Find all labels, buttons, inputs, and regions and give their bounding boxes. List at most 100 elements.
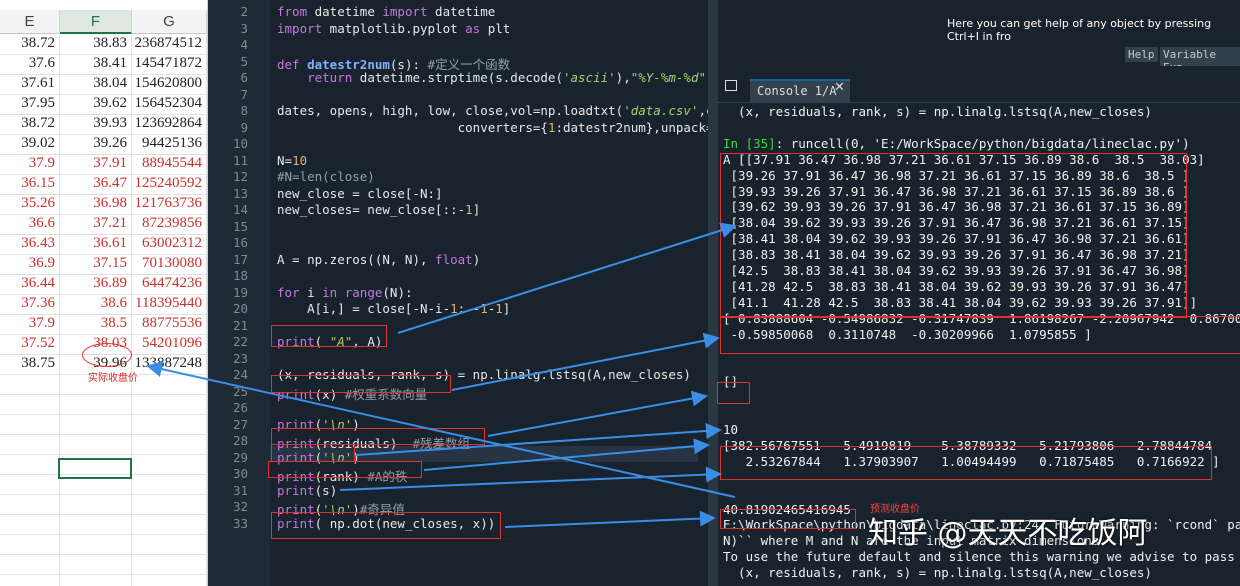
help-tab[interactable]: Help	[1125, 47, 1158, 62]
sheet-cell-g[interactable]: 123692864	[132, 115, 207, 135]
sheet-cell-g[interactable]: 118395440	[132, 295, 207, 315]
sheet-cell-f[interactable]: 37.15	[60, 255, 132, 275]
sheet-cell-f[interactable]: 36.47	[60, 175, 132, 195]
sheet-cell-e[interactable]: 38.72	[0, 35, 60, 55]
sheet-cell-f[interactable]: 39.26	[60, 135, 132, 155]
sheet-cell-empty[interactable]	[132, 535, 207, 555]
sheet-cell-empty[interactable]	[132, 435, 207, 455]
sheet-cell-e[interactable]: 36.9	[0, 255, 60, 275]
sheet-cell-f[interactable]: 38.41	[60, 55, 132, 75]
code-line[interactable]: dates, opens, high, low, close,vol=np.lo…	[277, 103, 714, 118]
sheet-cell-empty[interactable]	[60, 515, 132, 535]
sheet-cell-e[interactable]: 37.9	[0, 155, 60, 175]
code-line[interactable]: A[i,] = close[-N-i-1: -1-1]	[277, 301, 510, 316]
sheet-cell-g[interactable]: 236874512	[132, 35, 207, 55]
sheet-cell-empty[interactable]	[132, 475, 207, 495]
code-line[interactable]: print(s)	[277, 483, 337, 498]
sheet-cell-empty[interactable]	[132, 415, 207, 435]
sheet-cell-g[interactable]: 88945544	[132, 155, 207, 175]
sheet-cell-f[interactable]: 37.91	[60, 155, 132, 175]
sheet-cell-g[interactable]: 70130080	[132, 255, 207, 275]
sheet-cell-empty[interactable]	[132, 515, 207, 535]
code-line[interactable]: A = np.zeros((N, N), float)	[277, 252, 480, 267]
sheet-cell-empty[interactable]	[0, 435, 60, 455]
sheet-cell-f[interactable]: 36.61	[60, 235, 132, 255]
sheet-cell-f[interactable]: 39.62	[60, 95, 132, 115]
sheet-cell-empty[interactable]	[0, 395, 60, 415]
sheet-cell-g[interactable]: 145471872	[132, 55, 207, 75]
code-line[interactable]: return datetime.strptime(s.decode('ascii…	[277, 70, 713, 85]
selected-cell[interactable]	[58, 458, 132, 479]
sheet-cell-empty[interactable]	[132, 495, 207, 515]
sheet-cell-g[interactable]: 121763736	[132, 195, 207, 215]
sheet-cell-empty[interactable]	[60, 415, 132, 435]
sheet-cell-empty[interactable]	[60, 575, 132, 586]
code-line[interactable]: new_close = close[-N:]	[277, 186, 443, 201]
sheet-cell-e[interactable]: 37.52	[0, 335, 60, 355]
sheet-cell-e[interactable]: 37.36	[0, 295, 60, 315]
sheet-cell-empty[interactable]	[0, 455, 60, 475]
sheet-cell-f[interactable]: 38.04	[60, 75, 132, 95]
sheet-cell-empty[interactable]	[132, 375, 207, 395]
sheet-cell-e[interactable]: 37.61	[0, 75, 60, 95]
sheet-cell-g[interactable]: 87239856	[132, 215, 207, 235]
sheet-cell-empty[interactable]	[132, 395, 207, 415]
sheet-cell-g[interactable]: 156452304	[132, 95, 207, 115]
sheet-cell-e[interactable]: 37.95	[0, 95, 60, 115]
sheet-cell-f[interactable]: 36.98	[60, 195, 132, 215]
sheet-cell-e[interactable]: 38.75	[0, 355, 60, 375]
sheet-cell-g[interactable]: 133887248	[132, 355, 207, 375]
column-header-g[interactable]: G	[132, 10, 207, 34]
sheet-cell-f[interactable]: 38.5	[60, 315, 132, 335]
sheet-cell-empty[interactable]	[60, 535, 132, 555]
sheet-cell-g[interactable]: 154620800	[132, 75, 207, 95]
code-line[interactable]: #N=len(close)	[277, 169, 375, 184]
code-line[interactable]: for i in range(N):	[277, 285, 413, 300]
sheet-cell-empty[interactable]	[0, 575, 60, 586]
code-line[interactable]: import matplotlib.pyplot as plt	[277, 21, 510, 36]
sheet-cell-empty[interactable]	[0, 495, 60, 515]
sheet-cell-g[interactable]: 88775536	[132, 315, 207, 335]
sheet-cell-g[interactable]: 54201096	[132, 335, 207, 355]
sheet-cell-empty[interactable]	[0, 555, 60, 575]
sheet-cell-e[interactable]: 38.72	[0, 115, 60, 135]
sheet-cell-empty[interactable]	[0, 535, 60, 555]
sheet-cell-g[interactable]: 63002312	[132, 235, 207, 255]
annotation-box-print-newline	[271, 444, 355, 462]
code-line[interactable]: converters={1:datestr2num},unpack=T	[277, 120, 721, 135]
sheet-cell-f[interactable]: 38.6	[60, 295, 132, 315]
close-icon[interactable]: ✕	[834, 80, 845, 95]
sheet-cell-empty[interactable]	[60, 555, 132, 575]
code-line[interactable]: N=10	[277, 153, 307, 168]
sheet-cell-empty[interactable]	[132, 455, 207, 475]
sheet-cell-e[interactable]: 35.26	[0, 195, 60, 215]
sheet-cell-f[interactable]: 39.93	[60, 115, 132, 135]
sheet-cell-e[interactable]: 36.43	[0, 235, 60, 255]
sheet-cell-e[interactable]: 36.15	[0, 175, 60, 195]
sheet-cell-g[interactable]: 64474236	[132, 275, 207, 295]
sheet-cell-f[interactable]: 38.83	[60, 35, 132, 55]
code-line[interactable]: new_closes= new_close[::-1]	[277, 202, 480, 217]
column-header-e[interactable]: E	[0, 10, 60, 34]
code-line[interactable]: from datetime import datetime	[277, 4, 495, 19]
sheet-cell-empty[interactable]	[0, 415, 60, 435]
sheet-cell-f[interactable]: 36.89	[60, 275, 132, 295]
pane-splitter[interactable]	[708, 0, 718, 586]
sheet-cell-e[interactable]: 39.02	[0, 135, 60, 155]
sheet-cell-empty[interactable]	[60, 495, 132, 515]
column-header-f[interactable]: F	[60, 10, 132, 34]
sheet-cell-empty[interactable]	[60, 435, 132, 455]
sheet-cell-empty[interactable]	[60, 395, 132, 415]
sheet-cell-g[interactable]: 125240592	[132, 175, 207, 195]
sheet-cell-empty[interactable]	[0, 515, 60, 535]
sheet-cell-f[interactable]: 37.21	[60, 215, 132, 235]
sheet-cell-e[interactable]: 36.6	[0, 215, 60, 235]
sheet-cell-empty[interactable]	[0, 475, 60, 495]
sheet-cell-empty[interactable]	[132, 555, 207, 575]
sheet-cell-empty[interactable]	[132, 575, 207, 586]
sheet-cell-empty[interactable]	[0, 375, 60, 395]
sheet-cell-e[interactable]: 36.44	[0, 275, 60, 295]
sheet-cell-e[interactable]: 37.6	[0, 55, 60, 75]
sheet-cell-e[interactable]: 37.9	[0, 315, 60, 335]
sheet-cell-g[interactable]: 94425136	[132, 135, 207, 155]
